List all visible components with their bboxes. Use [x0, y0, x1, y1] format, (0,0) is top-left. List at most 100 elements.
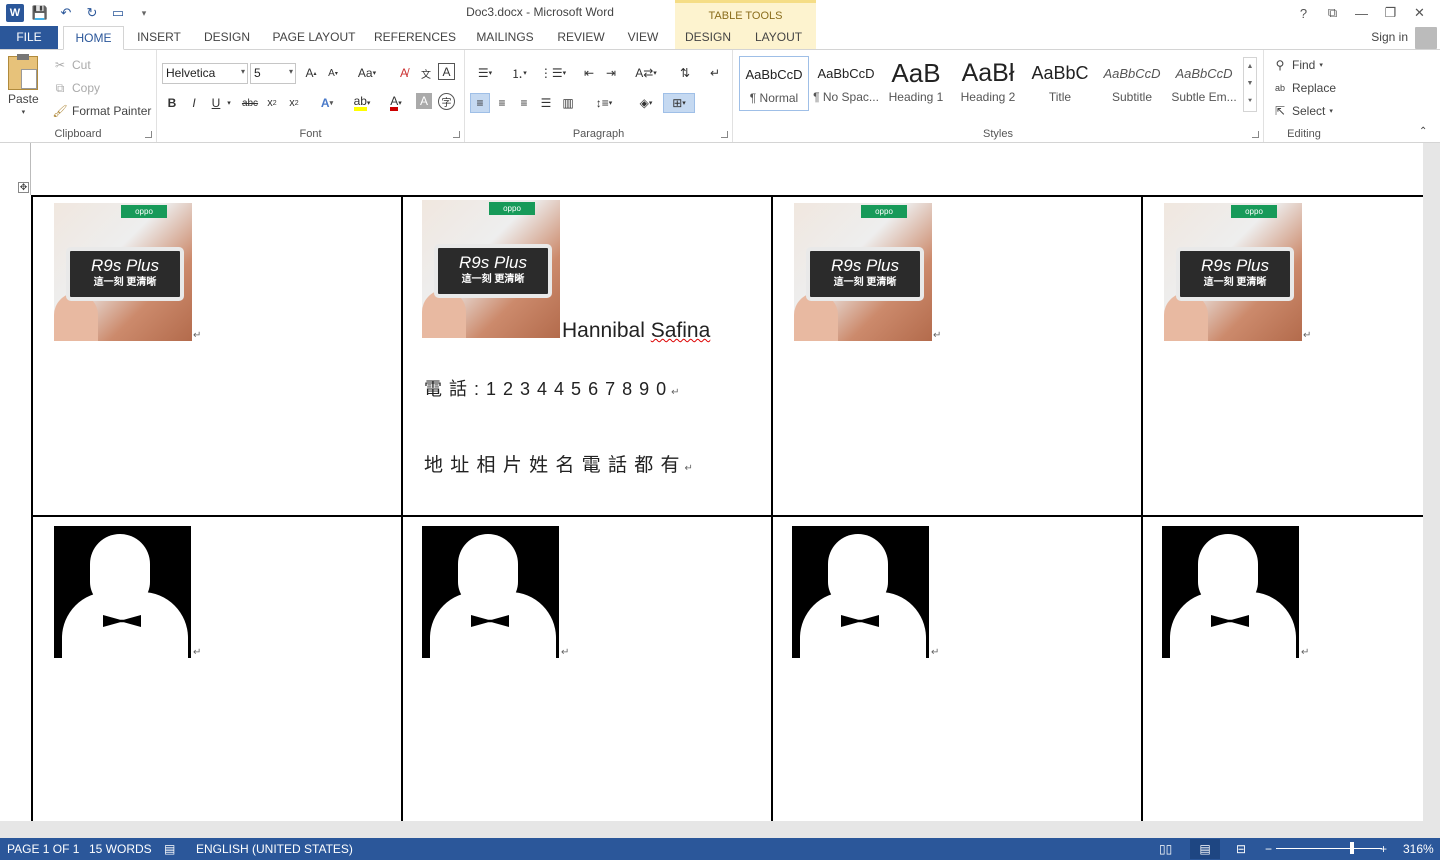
scroll-up-icon[interactable]: ▲ — [1247, 63, 1254, 70]
table-cell[interactable]: oppo R9s Plus 這一刻 更清晰 ↵ — [773, 197, 1141, 515]
language-indicator[interactable]: ENGLISH (UNITED STATES) — [196, 842, 353, 856]
avatar[interactable] — [1415, 27, 1437, 49]
strikethrough-icon[interactable]: abc — [240, 93, 260, 113]
borders-icon[interactable]: ⊞ ▾ — [663, 93, 695, 113]
table-cell[interactable]: oppo R9s Plus 這一刻 更清晰 ↵ — [33, 197, 401, 515]
paragraph-launcher-icon[interactable] — [721, 131, 728, 138]
increase-indent-icon[interactable]: ⇥ — [601, 63, 621, 83]
multilevel-list-icon[interactable]: ⋮☰ ▾ — [538, 63, 568, 83]
person-silhouette-image[interactable] — [792, 526, 929, 658]
font-launcher-icon[interactable] — [453, 131, 460, 138]
tab-page-layout[interactable]: PAGE LAYOUT — [266, 26, 362, 50]
shrink-font-icon[interactable]: A ▾ — [323, 63, 343, 83]
proofing-icon[interactable]: ▤ — [164, 842, 175, 856]
page-count[interactable]: PAGE 1 OF 1 — [7, 842, 79, 856]
styles-gallery-scroll[interactable]: ▲ ▼ ⯆ — [1243, 57, 1257, 112]
scroll-down-icon[interactable]: ▼ — [1247, 80, 1254, 87]
copy-button[interactable]: ⧉ Copy — [52, 80, 100, 96]
decrease-indent-icon[interactable]: ⇤ — [579, 63, 599, 83]
web-layout-icon[interactable]: ⊟ — [1236, 842, 1246, 856]
sign-in-link[interactable]: Sign in — [1371, 30, 1408, 44]
zoom-out-icon[interactable]: − — [1265, 842, 1272, 856]
format-painter-button[interactable]: 🖌 Format Painter — [52, 103, 151, 119]
bold-icon[interactable]: B — [162, 93, 182, 113]
style-normal[interactable]: AaBbCcD ¶ Normal — [739, 56, 809, 111]
subscript-icon[interactable]: x2 — [262, 93, 282, 113]
superscript-icon[interactable]: x2 — [284, 93, 304, 113]
italic-icon[interactable]: I — [184, 93, 204, 113]
tab-mailings[interactable]: MAILINGS — [468, 26, 542, 50]
grow-font-icon[interactable]: A ▴ — [301, 63, 321, 83]
table-cell[interactable]: ↵ — [1143, 517, 1423, 821]
table-cell[interactable]: oppo R9s Plus 這一刻 更清晰 Hannibal Safina 電 話… — [403, 197, 771, 515]
vertical-scrollbar[interactable] — [1423, 143, 1440, 821]
tab-insert[interactable]: INSERT — [131, 26, 187, 50]
align-left-icon[interactable]: ≡ — [470, 93, 490, 113]
tab-view[interactable]: VIEW — [620, 26, 666, 50]
numbering-icon[interactable]: ⒈ ▾ — [504, 63, 534, 83]
tab-table-design[interactable]: DESIGN — [675, 26, 741, 50]
shading-icon[interactable]: ◈ ▾ — [631, 93, 661, 113]
ribbon-display-options-icon[interactable]: ⧉ — [1318, 2, 1347, 24]
phonetic-guide-icon[interactable]: 文 — [416, 63, 436, 83]
person-silhouette-image[interactable] — [422, 526, 559, 658]
minimize-button[interactable]: — — [1347, 2, 1376, 24]
font-name-combobox[interactable]: Helvetica ▾ — [162, 63, 248, 84]
table-cell[interactable]: oppo R9s Plus 這一刻 更清晰 ↵ — [1143, 197, 1423, 515]
paste-button[interactable]: Paste ▾ — [8, 54, 39, 116]
zoom-slider[interactable] — [1276, 848, 1382, 849]
style-no-spacing[interactable]: AaBbCcD ¶ No Spac... — [811, 56, 881, 111]
print-layout-icon[interactable]: ▤ — [1190, 839, 1220, 859]
phone-ad-image[interactable]: oppo R9s Plus 這一刻 更清晰 — [54, 203, 192, 341]
align-center-icon[interactable]: ≡ — [492, 93, 512, 113]
underline-dropdown-icon[interactable]: ▾ — [224, 93, 234, 113]
clipboard-launcher-icon[interactable] — [145, 131, 152, 138]
word-count[interactable]: 15 WORDS — [89, 842, 152, 856]
help-icon[interactable]: ? — [1289, 2, 1318, 24]
cut-button[interactable]: ✂ Cut — [52, 57, 91, 73]
business-card-table[interactable]: oppo R9s Plus 這一刻 更清晰 ↵ oppo R9s Plus 這一刻 … — [31, 195, 1423, 821]
collapse-ribbon-icon[interactable]: ⌃ — [1419, 126, 1427, 137]
style-subtle-emphasis[interactable]: AaBbCcD Subtle Em... — [1169, 56, 1239, 111]
text-direction-icon[interactable]: A⇄ ▾ — [631, 63, 661, 83]
close-button[interactable]: ✕ — [1405, 2, 1434, 24]
enclose-characters-icon[interactable]: 字 — [438, 93, 455, 110]
character-border-icon[interactable]: A — [438, 63, 455, 80]
table-cell[interactable]: ↵ — [403, 517, 771, 821]
phone-ad-image[interactable]: oppo R9s Plus 這一刻 更清晰 — [794, 203, 932, 341]
select-button[interactable]: ⇱ Select ▾ — [1272, 103, 1333, 119]
show-hide-marks-icon[interactable]: ↵ — [705, 63, 725, 83]
tab-home[interactable]: HOME — [63, 26, 124, 50]
font-color-icon[interactable]: A ▾ — [383, 93, 409, 113]
change-case-button[interactable]: Aa ▾ — [353, 63, 381, 83]
clear-formatting-icon[interactable]: A̸ — [394, 63, 414, 83]
phone-ad-image[interactable]: oppo R9s Plus 這一刻 更清晰 — [422, 200, 560, 338]
document-area[interactable]: ✥ oppo R9s Plus 這一刻 更清晰 ↵ oppo R9s Plus 這一… — [0, 143, 1440, 821]
person-silhouette-image[interactable] — [54, 526, 191, 658]
replace-button[interactable]: ab Replace — [1272, 80, 1336, 96]
read-mode-icon[interactable]: ▯▯ — [1159, 842, 1172, 856]
style-subtitle[interactable]: AaBbCcD Subtitle — [1097, 56, 1167, 111]
restore-button[interactable]: ❐ — [1376, 2, 1405, 24]
tab-review[interactable]: REVIEW — [552, 26, 610, 50]
styles-launcher-icon[interactable] — [1252, 131, 1259, 138]
tab-design[interactable]: DESIGN — [198, 26, 256, 50]
text-effects-icon[interactable]: A ▾ — [317, 93, 337, 113]
font-size-combobox[interactable]: 5 ▾ — [250, 63, 296, 84]
phone-ad-image[interactable]: oppo R9s Plus 這一刻 更清晰 — [1164, 203, 1302, 341]
bullets-icon[interactable]: ☰ ▾ — [470, 63, 500, 83]
align-right-icon[interactable]: ≡ — [514, 93, 534, 113]
style-heading-2[interactable]: AaBł Heading 2 — [953, 56, 1023, 111]
tab-table-layout[interactable]: LAYOUT — [741, 26, 816, 50]
zoom-in-icon[interactable]: + — [1380, 842, 1387, 856]
zoom-level[interactable]: 316% — [1403, 842, 1434, 856]
underline-icon[interactable]: U — [206, 93, 226, 113]
table-move-handle-icon[interactable]: ✥ — [18, 182, 29, 193]
style-heading-1[interactable]: AaB Heading 1 — [881, 56, 951, 111]
character-shading-icon[interactable]: A — [416, 93, 432, 109]
person-silhouette-image[interactable] — [1162, 526, 1299, 658]
spelling-error-word[interactable]: Safina — [651, 319, 711, 342]
sort-icon[interactable]: ⇅ — [675, 63, 695, 83]
zoom-slider-thumb[interactable] — [1350, 842, 1354, 854]
justify-icon[interactable]: ☰ — [536, 93, 556, 113]
